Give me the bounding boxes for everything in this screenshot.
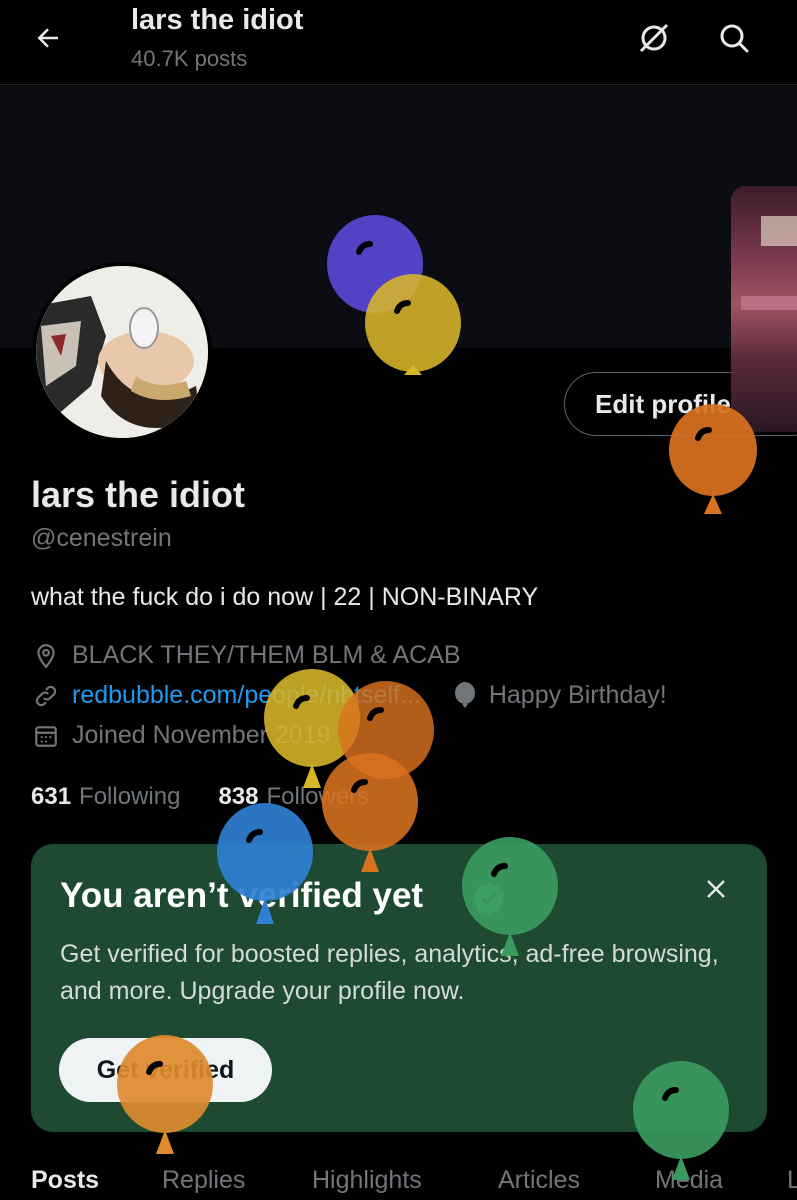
- top-bar: lars the idiot 40.7K posts: [0, 0, 797, 85]
- floating-photo-thumbnail[interactable]: [731, 186, 797, 432]
- tab-highlights[interactable]: Highlights: [312, 1166, 422, 1195]
- calendar-icon: [32, 722, 60, 750]
- profile-bio: what the fuck do i do now | 22 | NON-BIN…: [31, 583, 539, 611]
- balloon-icon: [669, 404, 757, 514]
- hide-button[interactable]: [634, 18, 674, 58]
- balloon-icon: [365, 274, 461, 375]
- balloon-icon: [633, 1061, 729, 1180]
- balloon-icon: [462, 837, 558, 956]
- balloon-icon: [217, 803, 313, 924]
- following-count: 631: [31, 783, 72, 810]
- following-label: Following: [79, 783, 181, 810]
- tab-articles[interactable]: Articles: [498, 1166, 580, 1195]
- post-count: 40.7K posts: [131, 46, 248, 71]
- birthday-badge: Happy Birthday!: [451, 681, 667, 710]
- no-symbol-icon: [639, 23, 669, 53]
- balloon-icon: [322, 753, 418, 872]
- avatar-photo-icon: [36, 266, 208, 438]
- avatar[interactable]: [32, 262, 212, 442]
- birthday-text: Happy Birthday!: [488, 681, 667, 709]
- location-row: BLACK THEY/THEM BLM & ACAB: [32, 641, 461, 670]
- thumbnail-detail: [761, 216, 797, 246]
- balloon-icon: [451, 681, 479, 710]
- balloon-icon: [117, 1035, 213, 1154]
- back-button[interactable]: [30, 20, 66, 56]
- link-icon: [32, 682, 60, 710]
- tab-replies[interactable]: Replies: [162, 1166, 245, 1195]
- profile-name: lars the idiot: [31, 474, 246, 515]
- close-icon: [707, 880, 725, 898]
- profile-handle: @cenestrein: [31, 524, 172, 552]
- back-arrow-icon: [37, 28, 58, 48]
- location-text: BLACK THEY/THEM BLM & ACAB: [72, 641, 461, 669]
- location-pin-icon: [32, 642, 60, 670]
- verify-card-text: Get verified for boosted replies, analyt…: [60, 940, 719, 1005]
- tab-likes-partial[interactable]: L: [787, 1166, 797, 1195]
- tab-posts[interactable]: Posts: [31, 1166, 99, 1195]
- page-title: lars the idiot: [131, 4, 304, 36]
- thumbnail-detail: [741, 296, 797, 310]
- search-button[interactable]: [714, 18, 754, 58]
- search-icon: [720, 24, 749, 53]
- close-button[interactable]: [701, 874, 731, 904]
- following-link[interactable]: 631 Following: [31, 783, 180, 811]
